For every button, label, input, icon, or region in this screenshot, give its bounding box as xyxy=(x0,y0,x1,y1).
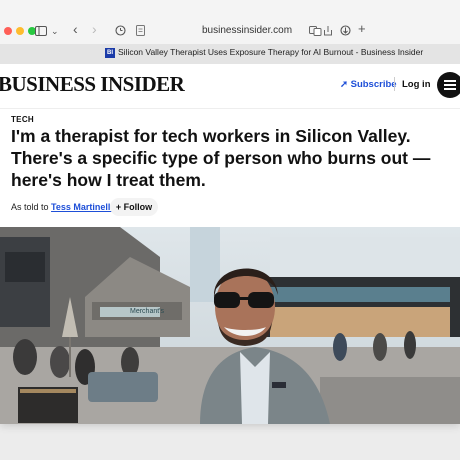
hero-photo: Merchant's xyxy=(0,227,460,424)
active-tab-title[interactable]: Silicon Valley Therapist Uses Exposure T… xyxy=(118,47,423,57)
article-headline: I'm a therapist for tech workers in Sili… xyxy=(11,126,431,190)
byline: As told to Tess Martinelli xyxy=(11,202,113,212)
translate-icon[interactable] xyxy=(309,26,322,36)
share-icon[interactable] xyxy=(323,25,333,36)
address-bar[interactable]: businessinsider.com xyxy=(202,25,292,36)
privacy-report-icon[interactable] xyxy=(115,25,126,36)
menu-button[interactable] xyxy=(437,72,460,98)
follow-button[interactable]: + Follow xyxy=(110,198,158,216)
reader-view-icon[interactable] xyxy=(136,25,145,36)
merchants-sign: Merchant's xyxy=(130,308,165,315)
close-window-button[interactable] xyxy=(4,27,12,35)
subscribe-link[interactable]: ➚ Subscribe xyxy=(340,79,397,90)
hamburger-icon xyxy=(444,80,456,82)
browser-toolbar: ⌄ ‹ › businessinsider.com + xyxy=(0,0,460,45)
section-kicker[interactable]: TECH xyxy=(11,115,34,124)
business-insider-logo[interactable]: BUSINESS INSIDER xyxy=(0,72,185,97)
login-link[interactable]: Log in xyxy=(402,79,431,90)
sidebar-icon[interactable] xyxy=(35,26,47,36)
arrow-up-right-icon: ➚ xyxy=(340,79,348,90)
bi-favicon-icon: BI xyxy=(105,48,115,58)
downloads-icon[interactable] xyxy=(340,25,351,36)
minimize-window-button[interactable] xyxy=(16,27,24,35)
browser-window: ⌄ ‹ › businessinsider.com + BI Silicon V… xyxy=(0,0,460,424)
header-divider xyxy=(394,77,395,91)
forward-arrow-icon[interactable]: › xyxy=(92,22,97,36)
author-link[interactable]: Tess Martinelli xyxy=(51,202,113,212)
back-arrow-icon[interactable]: ‹ xyxy=(73,22,78,36)
chevron-down-icon[interactable]: ⌄ xyxy=(51,24,59,38)
subscribe-label: Subscribe xyxy=(350,79,397,90)
new-tab-plus-icon[interactable]: + xyxy=(358,22,366,36)
byline-prefix: As told to xyxy=(11,202,49,212)
